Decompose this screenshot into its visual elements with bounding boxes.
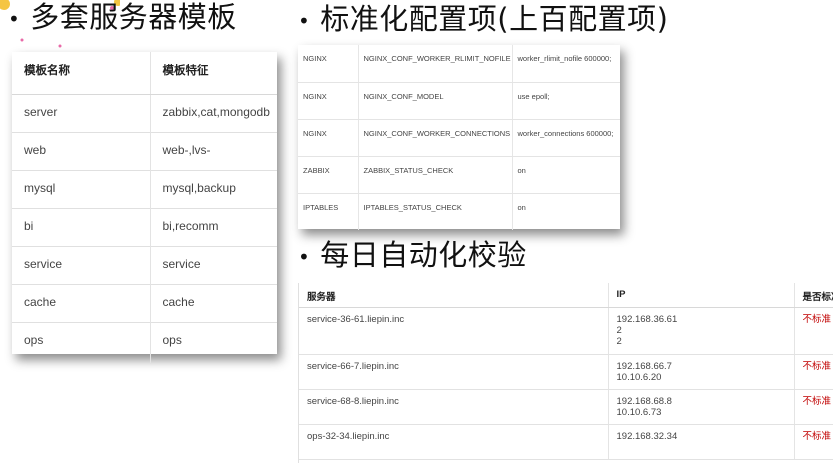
bullet: •	[298, 9, 311, 33]
config-key-cell: NGINX_CONF_WORKER_CONNECTIONS	[357, 119, 512, 157]
column-header-ip: IP	[607, 283, 794, 308]
column-header-template-name: 模板名称	[12, 52, 150, 95]
status-flag: 不标准	[793, 354, 833, 390]
template-name-cell: server	[12, 94, 150, 133]
server-host-cell: service-66-7.liepin.inc	[299, 354, 608, 390]
table-row: service-66-7.liepin.inc 192.168.66.7 10.…	[299, 354, 833, 390]
server-host-cell: service-68-8.liepin.inc	[299, 389, 608, 425]
config-value-cell: worker_connections 600000;	[511, 119, 620, 157]
config-service-cell: ZABBIX	[298, 156, 358, 194]
status-flag: 不标准	[793, 424, 833, 460]
template-feature-cell: bi,recomm	[149, 208, 277, 247]
server-ip-cell: 192.168.66.7 10.10.6.20	[607, 354, 794, 390]
template-feature-cell: ops	[149, 322, 277, 363]
ip-address: 192.168.32.34	[616, 430, 678, 442]
table-row: NGINX NGINX_CONF_MODEL use epoll;	[298, 82, 620, 120]
config-service-cell: IPTABLES	[303, 202, 339, 212]
ip-address: 192.168.36.61	[616, 313, 678, 325]
table-row: NGINX NGINX_CONF_WORKER_RLIMIT_NOFILE work…	[298, 45, 620, 83]
config-value-cell: use epoll;	[511, 82, 620, 120]
heading-server-templates: • 多套服务器模板	[8, 0, 237, 36]
status-flag: 不标准	[793, 307, 833, 355]
config-value-cell: on	[511, 156, 620, 194]
server-ip-cell: 192.168.36.61 2 2	[607, 307, 794, 355]
table-row: ZABBIX ZABBIX_STATUS_CHECK on	[298, 156, 620, 194]
column-header-template-feature: 模板特征	[149, 52, 277, 95]
table-row: service-36-61.liepin.inc 192.168.36.61 2…	[299, 307, 833, 355]
ip-address: 2	[616, 335, 622, 347]
server-ip-cell: 192.168.32.34	[607, 424, 794, 460]
column-header-is-standard: 是否标准	[793, 283, 833, 308]
template-feature-cell: mysql,backup	[149, 170, 277, 209]
table-row: mysql mysql,backup	[12, 170, 277, 209]
heading-text: 每日自动化校验	[320, 238, 527, 272]
table-row: bi bi,recomm	[12, 208, 277, 247]
status-flag: 不标准	[793, 389, 833, 425]
server-ip-cell: 192.168.68.8 10.10.6.73	[607, 389, 794, 425]
column-header-server: 服务器	[299, 283, 608, 308]
template-feature-cell: cache	[149, 284, 277, 323]
config-key-cell: NGINX_CONF_WORKER_RLIMIT_NOFILE	[357, 45, 512, 83]
config-key-cell: ZABBIX_STATUS_CHECK	[357, 156, 512, 194]
template-name-cell: mysql	[12, 170, 150, 209]
server-host-cell: ops-32-34.liepin.inc	[299, 424, 608, 460]
table-row: NGINX NGINX_CONF_WORKER_CONNECTIONS worker…	[298, 119, 620, 157]
daily-check-table: 服务器 IP 是否标准 service-36-61.liepin.inc 192…	[299, 283, 833, 460]
table-header-row: 模板名称 模板特征	[12, 52, 277, 95]
templates-table-card: 模板名称 模板特征 server zabbix,cat,mongodb web we…	[12, 52, 277, 363]
template-name-cell: bi	[12, 208, 150, 247]
template-feature-cell: zabbix,cat,mongodb	[149, 94, 277, 133]
bullet: •	[8, 7, 21, 31]
table-row: ops-32-34.liepin.inc 192.168.32.34 不标准	[299, 424, 833, 460]
heading-daily-check: • 每日自动化校验	[298, 238, 527, 274]
ip-address: 2	[616, 324, 622, 336]
config-service-cell: NGINX	[298, 119, 358, 157]
config-key-cell: NGINX_CONF_MODEL	[357, 82, 512, 120]
template-name-cell: cache	[12, 284, 150, 323]
table-row: service service	[12, 246, 277, 285]
table-row: server zabbix,cat,mongodb	[12, 94, 277, 133]
template-name-cell: service	[12, 246, 150, 285]
table-row: ops ops	[12, 322, 277, 363]
template-feature-cell: service	[149, 246, 277, 285]
config-table-card: NGINX NGINX_CONF_WORKER_RLIMIT_NOFILE work…	[298, 45, 620, 230]
ip-address: 192.168.68.8	[616, 395, 672, 407]
ip-address: 10.10.6.20	[616, 371, 662, 383]
ip-address: 192.168.66.7	[616, 360, 672, 372]
template-name-cell: web	[12, 132, 150, 171]
template-name-cell: ops	[12, 322, 150, 363]
heading-text: 多套服务器模板	[30, 0, 237, 34]
config-service-cell: NGINX	[298, 82, 358, 120]
table-row: web web-,lvs-	[12, 132, 277, 171]
template-feature-cell: web-,lvs-	[149, 132, 277, 171]
config-key-cell: IPTABLES_STATUS_CHECK	[357, 193, 512, 230]
table-row: IPTABLES IPTABLES_STATUS_CHECK on	[298, 193, 620, 230]
config-table: NGINX NGINX_CONF_WORKER_RLIMIT_NOFILE work…	[298, 45, 620, 230]
bullet: •	[298, 245, 311, 269]
table-row: cache cache	[12, 284, 277, 323]
table-header-row: 服务器 IP 是否标准	[299, 283, 833, 308]
config-value-cell: on	[511, 193, 620, 230]
daily-check-table-card: 服务器 IP 是否标准 service-36-61.liepin.inc 192…	[298, 283, 833, 463]
heading-standard-config: • 标准化配置项(上百配置项)	[298, 2, 668, 38]
server-host-cell: service-36-61.liepin.inc	[299, 307, 608, 355]
templates-table: 模板名称 模板特征 server zabbix,cat,mongodb web we…	[12, 52, 277, 363]
ip-address: 10.10.6.73	[616, 406, 662, 418]
config-value-cell: worker_rlimit_nofile 600000;	[511, 45, 620, 83]
config-service-cell: NGINX	[298, 45, 358, 83]
heading-text: 标准化配置项(上百配置项)	[320, 2, 669, 36]
table-row: service-68-8.liepin.inc 192.168.68.8 10.…	[299, 389, 833, 425]
